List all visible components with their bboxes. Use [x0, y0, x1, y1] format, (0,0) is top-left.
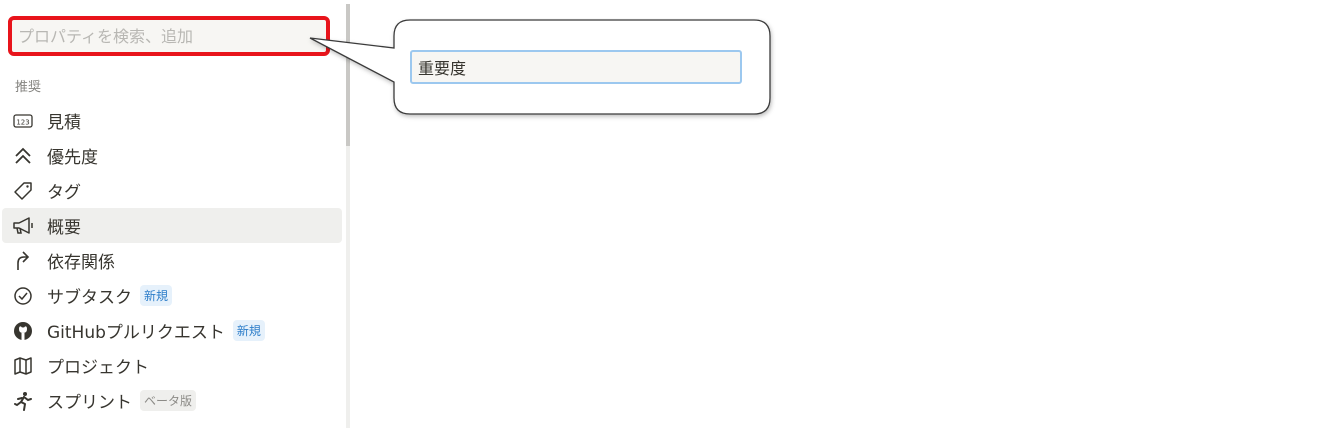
- menu-item-estimate[interactable]: 123 見積: [2, 103, 342, 138]
- menu-item-label: プロジェクト: [47, 358, 149, 378]
- map-icon: [12, 355, 34, 377]
- svg-text:123: 123: [16, 118, 29, 126]
- menu-item-dependencies[interactable]: 依存関係: [2, 243, 342, 278]
- menu-item-label: タグ: [47, 183, 81, 203]
- menu-item-label: 見積: [47, 113, 81, 133]
- dependency-arrow-icon: [12, 250, 34, 272]
- menu-item-label: スプリント: [47, 393, 132, 413]
- section-label-recommended: 推奨: [15, 80, 42, 95]
- menu-item-label: 依存関係: [47, 253, 115, 273]
- menu-item-label: 優先度: [47, 148, 98, 168]
- callout-bubble: [306, 18, 776, 122]
- property-name-input[interactable]: [410, 50, 742, 84]
- double-chevron-up-icon: [12, 145, 34, 167]
- check-circle-icon: [12, 285, 34, 307]
- running-person-icon: [12, 390, 34, 412]
- menu-item-subtasks[interactable]: サブタスク 新規: [2, 278, 342, 313]
- megaphone-icon: [12, 215, 34, 237]
- menu-item-tags[interactable]: タグ: [2, 173, 342, 208]
- search-box-highlight[interactable]: [8, 16, 330, 56]
- menu-item-summary[interactable]: 概要: [2, 208, 342, 243]
- menu-item-github-pr[interactable]: GitHubプルリクエスト 新規: [2, 313, 342, 348]
- new-badge: 新規: [232, 320, 265, 341]
- menu-item-sprint[interactable]: スプリント ベータ版: [2, 383, 342, 418]
- search-input[interactable]: [18, 25, 318, 47]
- menu-item-project[interactable]: プロジェクト: [2, 348, 342, 383]
- new-badge: 新規: [140, 285, 173, 306]
- menu-item-label: サブタスク: [47, 288, 132, 308]
- number-123-icon: 123: [12, 110, 34, 132]
- beta-badge: ベータ版: [140, 390, 197, 411]
- github-icon: [12, 320, 34, 342]
- tag-icon: [12, 180, 34, 202]
- menu-item-priority[interactable]: 優先度: [2, 138, 342, 173]
- menu-item-label: GitHubプルリクエスト: [47, 323, 225, 343]
- property-panel: 推奨 123 見積 優先度: [0, 0, 346, 430]
- property-list: 123 見積 優先度 タグ 概要 依存関係 サブタスク 新規 GitHubプルリ…: [2, 103, 342, 418]
- menu-item-label: 概要: [47, 218, 81, 238]
